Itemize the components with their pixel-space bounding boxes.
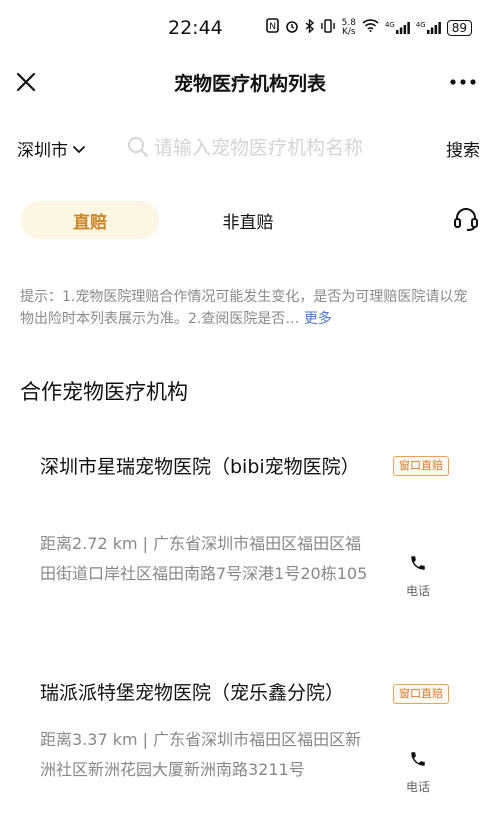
clinic-address: 距离2.72 km | 广东省深圳市福田区福田区福田街道口岸社区福田南路7号深港…: [40, 534, 368, 583]
search-button[interactable]: 搜索: [446, 136, 480, 161]
city-selector[interactable]: 深圳市: [17, 136, 86, 161]
vibrate-icon: [320, 18, 336, 37]
more-link[interactable]: 更多: [304, 311, 332, 327]
network-speed: 5.8 K/s: [341, 17, 356, 37]
customer-service-button[interactable]: [452, 205, 480, 233]
headset-icon: [454, 208, 478, 231]
direct-claim-badge: 窗口直赔: [393, 684, 449, 704]
clinic-address: 距离3.37 km | 广东省深圳市福田区福田区新洲社区新洲花园大厦新洲南路32…: [40, 730, 362, 779]
phone-icon: [411, 556, 425, 570]
search-input[interactable]: [152, 130, 426, 166]
phone-label: 电话: [405, 584, 430, 598]
clinic-name[interactable]: 瑞派派特堡宠物医院（宠乐鑫分院）: [40, 678, 370, 708]
phone-icon: [411, 752, 425, 766]
more-button[interactable]: [448, 70, 478, 94]
svg-text:N: N: [269, 22, 276, 32]
page-title: 宠物医疗机构列表: [173, 73, 326, 95]
battery-indicator: 89: [446, 19, 472, 36]
signal-1-icon: 4G: [385, 21, 410, 34]
tab-direct-claim[interactable]: 直赔: [21, 201, 159, 239]
search-icon: [128, 137, 148, 157]
status-time: 22:44: [168, 17, 223, 39]
section-title: 合作宠物医疗机构: [20, 380, 188, 404]
phone-button[interactable]: 电话: [396, 554, 440, 599]
clinic-name[interactable]: 深圳市星瑞宠物医院（bibi宠物医院）: [40, 452, 370, 482]
more-icon: [450, 79, 476, 85]
alarm-icon: [285, 19, 299, 37]
chevron-down-icon: [73, 145, 85, 153]
direct-claim-badge: 窗口直赔: [393, 456, 449, 476]
city-label: 深圳市: [17, 141, 68, 161]
phone-button[interactable]: 电话: [396, 750, 440, 795]
nfc-icon: N: [265, 18, 279, 37]
tab-non-direct-claim[interactable]: 非直赔: [190, 201, 306, 239]
phone-label: 电话: [405, 780, 430, 794]
wifi-icon: [362, 19, 379, 36]
status-icons: N 5.8 K/s 4G 4G 89: [265, 17, 472, 37]
notice-text: 提示：1.宠物医院理赔合作情况可能发生变化，是否为可理赔医院请以宠物出险时本列表…: [20, 289, 468, 327]
signal-2-icon: 4G: [416, 21, 441, 34]
bluetooth-icon: [305, 17, 314, 37]
